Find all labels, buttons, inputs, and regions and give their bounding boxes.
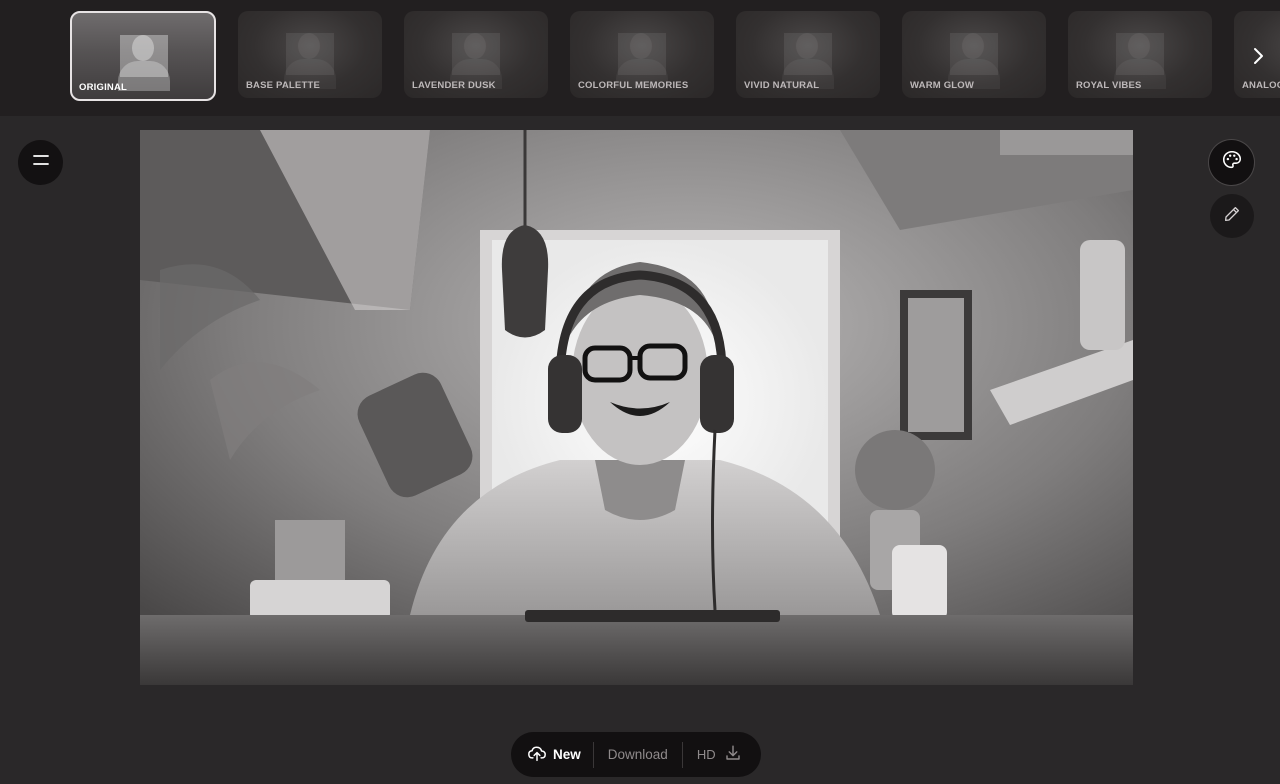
new-button[interactable]: New [511,732,593,777]
download-icon [724,744,742,765]
filter-royal-vibes[interactable]: ROYAL VIBES [1068,11,1212,98]
filter-label: WARM GLOW [910,80,975,91]
filter-label: COLORFUL MEMORIES [578,80,689,91]
filter-lavender-dusk[interactable]: LAVENDER DUSK [404,11,548,98]
filter-strip: ORIGINAL BASE PALETTE LAVENDER DUSK COLO… [0,0,1280,116]
menu-icon [32,153,50,172]
filter-original[interactable]: ORIGINAL [70,11,216,101]
new-label: New [553,747,581,762]
filter-label: LAVENDER DUSK [412,80,496,91]
portrait-illustration [140,130,1133,685]
palette-icon [1221,149,1243,176]
action-bar: New Download HD [511,732,761,777]
filter-label: ROYAL VIBES [1076,80,1142,91]
menu-button[interactable] [18,140,63,185]
filter-colorful-memories[interactable]: COLORFUL MEMORIES [570,11,714,98]
filter-label: VIVID NATURAL [744,80,820,91]
filter-label: ANALOG [1242,80,1280,91]
filter-base-palette[interactable]: BASE PALETTE [238,11,382,98]
filter-label: ORIGINAL [79,82,128,93]
chevron-right-icon[interactable] [1242,40,1274,72]
palette-button[interactable] [1209,140,1254,185]
download-label: Download [607,747,668,762]
pencil-icon [1223,205,1241,228]
filter-label: BASE PALETTE [246,80,321,91]
cloud-upload-icon [527,744,547,765]
hd-download-button[interactable]: HD [683,732,756,777]
filter-warm-glow[interactable]: WARM GLOW [902,11,1046,98]
hd-label: HD [696,747,716,762]
filter-vivid-natural[interactable]: VIVID NATURAL [736,11,880,98]
download-button[interactable]: Download [594,732,682,777]
filter-list: ORIGINAL BASE PALETTE LAVENDER DUSK COLO… [70,11,1280,101]
edit-button[interactable] [1210,194,1254,238]
preview-image [140,130,1133,685]
